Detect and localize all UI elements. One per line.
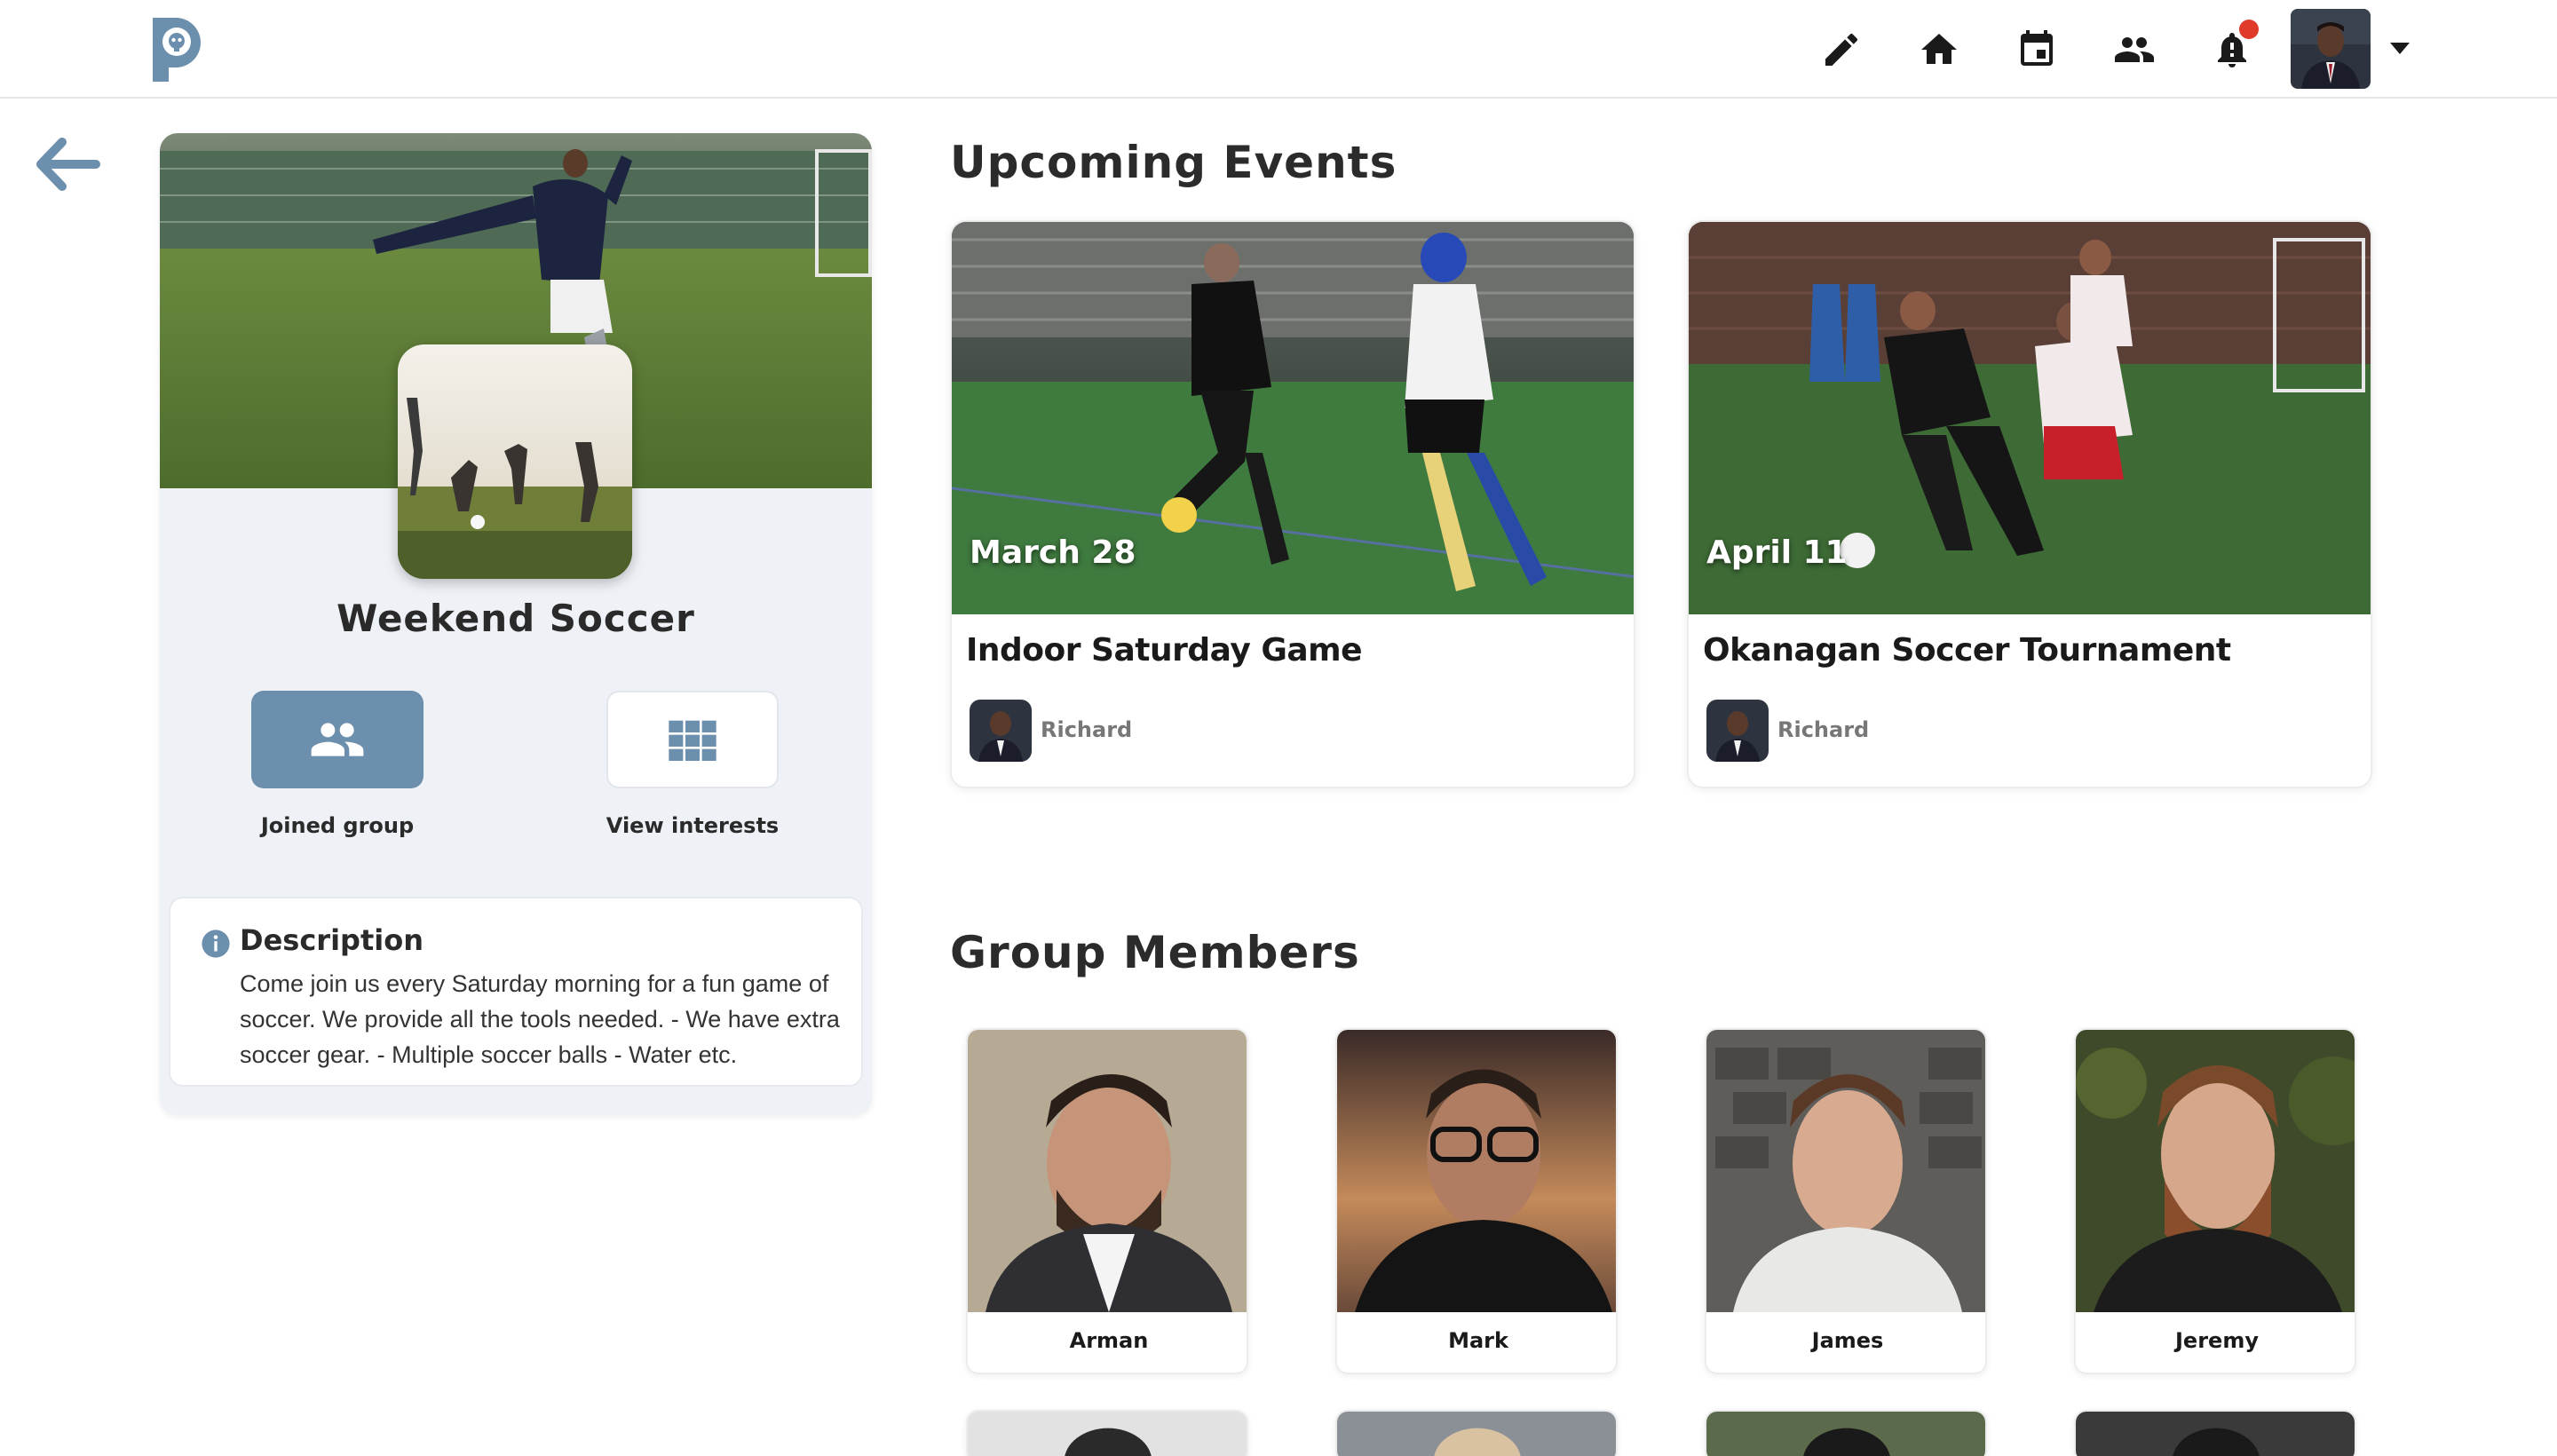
description-title: Description — [240, 923, 424, 957]
event-date: April 11 — [1706, 534, 1848, 571]
people-icon — [311, 723, 364, 756]
member-photo — [2076, 1030, 2355, 1312]
group-thumbnail — [398, 344, 632, 579]
event-date: March 28 — [970, 534, 1136, 571]
back-arrow-icon[interactable] — [32, 133, 103, 195]
member-name: Arman — [1069, 1328, 1149, 1353]
home-icon[interactable] — [1914, 25, 1964, 75]
member-name: Jeremy — [2175, 1328, 2259, 1353]
event-card[interactable]: March 28 Indoor Saturday Game Richard — [950, 220, 1635, 788]
member-photo — [1706, 1030, 1985, 1312]
grid-icon — [669, 720, 716, 761]
group-name: Weekend Soccer — [336, 597, 695, 640]
joined-group-button[interactable] — [251, 691, 424, 788]
view-interests-label: View interests — [606, 813, 780, 838]
view-interests-button[interactable] — [606, 691, 779, 788]
people-icon[interactable] — [2110, 25, 2159, 75]
host-name: Richard — [1041, 717, 1133, 742]
notification-badge — [2239, 20, 2259, 39]
member-card[interactable]: Jeremy — [2074, 1028, 2356, 1374]
top-navbar — [0, 0, 2557, 99]
host-avatar — [1706, 700, 1769, 762]
event-card[interactable]: April 11 Okanagan Soccer Tournament Rich… — [1687, 220, 2372, 788]
group-info-card: Weekend Soccer Joined group View interes… — [160, 133, 872, 1115]
upcoming-events-heading: Upcoming Events — [950, 137, 1397, 188]
member-card[interactable] — [2074, 1410, 2356, 1456]
member-card[interactable]: James — [1705, 1028, 1987, 1374]
calendar-icon[interactable] — [2012, 25, 2062, 75]
event-title: Okanagan Soccer Tournament — [1703, 632, 2231, 669]
host-name: Richard — [1777, 717, 1870, 742]
info-icon — [202, 930, 230, 958]
member-name: Mark — [1448, 1328, 1508, 1353]
app-logo[interactable] — [149, 14, 206, 82]
member-card[interactable]: Arman — [966, 1028, 1248, 1374]
member-card[interactable] — [1705, 1410, 1987, 1456]
bell-icon[interactable] — [2207, 20, 2259, 75]
member-photo — [1337, 1030, 1616, 1312]
member-name: James — [1811, 1328, 1884, 1353]
user-avatar[interactable] — [2291, 9, 2371, 89]
description-box: Description Come join us every Saturday … — [169, 897, 863, 1087]
description-text: Come join us every Saturday morning for … — [240, 970, 840, 1068]
group-members-heading: Group Members — [950, 927, 1360, 978]
member-photo — [968, 1030, 1247, 1312]
chevron-down-icon[interactable] — [2390, 43, 2410, 54]
member-card[interactable]: Mark — [1335, 1028, 1618, 1374]
member-card[interactable] — [966, 1410, 1248, 1456]
event-title: Indoor Saturday Game — [966, 632, 1363, 669]
pencil-icon[interactable] — [1817, 25, 1866, 75]
member-card[interactable] — [1335, 1410, 1618, 1456]
host-avatar — [970, 700, 1032, 762]
joined-group-label: Joined group — [260, 813, 415, 838]
